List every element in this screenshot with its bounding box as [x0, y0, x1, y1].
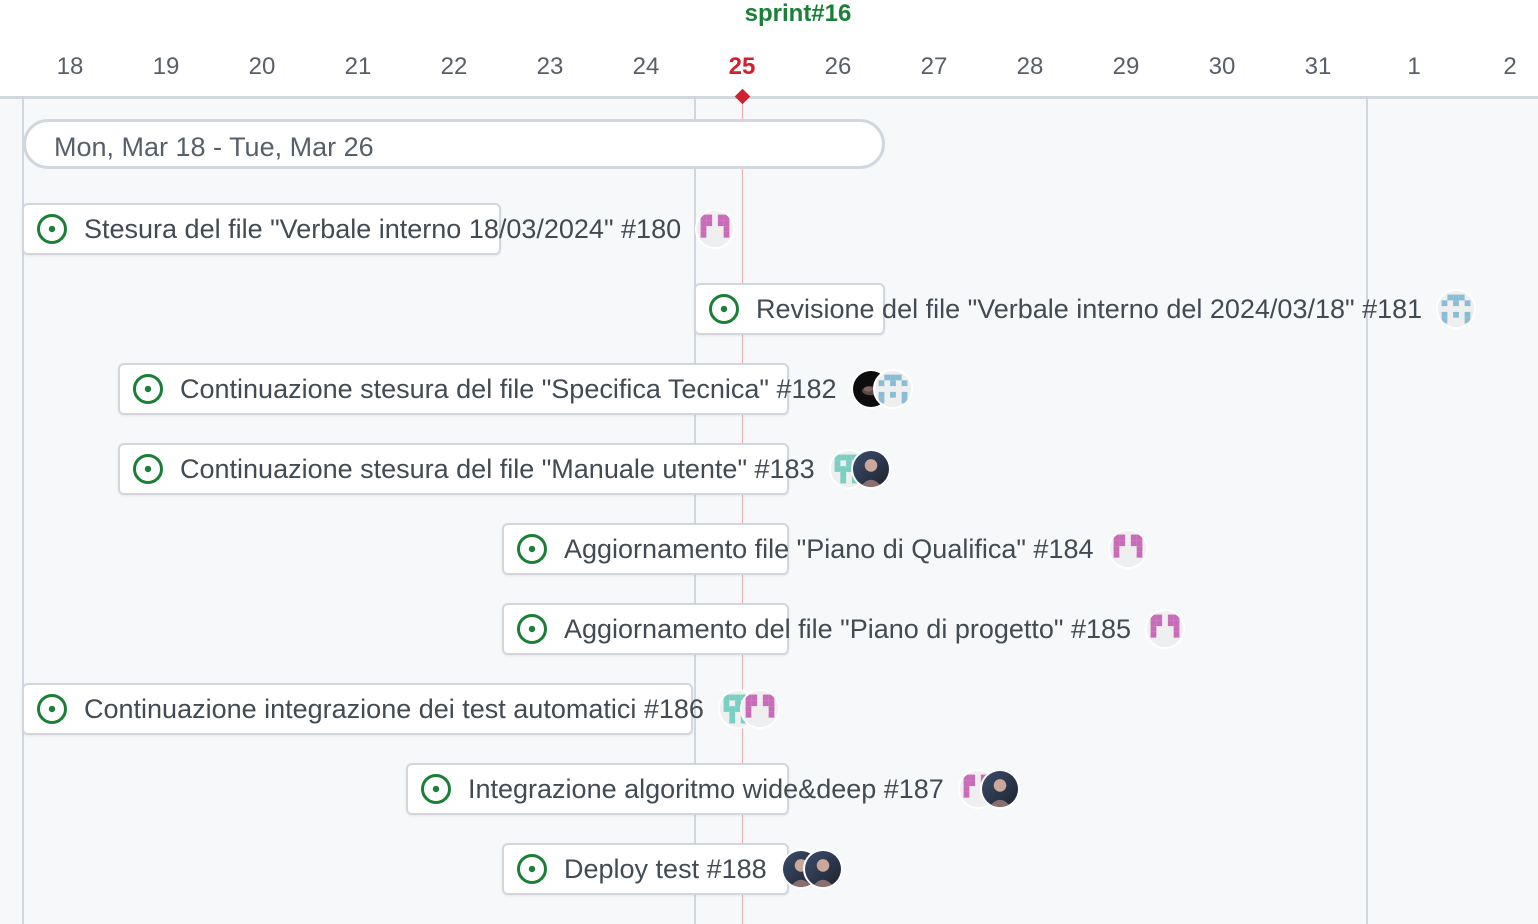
issue-opened-icon — [36, 693, 68, 725]
avatar-pink-identicon[interactable] — [695, 209, 736, 249]
assignee-avatars[interactable] — [1145, 609, 1186, 649]
avatar-portrait-photo[interactable] — [802, 849, 843, 889]
item-title[interactable]: Integrazione algoritmo wide&deep #187 — [468, 774, 944, 805]
avatar-portrait-photo[interactable] — [850, 449, 891, 489]
day-label: 1 — [1407, 53, 1421, 80]
day-label: 2 — [1503, 53, 1517, 80]
issue-opened-icon — [516, 853, 548, 885]
week-divider-line — [1366, 99, 1368, 924]
day-label: 20 — [248, 53, 276, 80]
issue-opened-icon — [516, 533, 548, 565]
assignee-avatars[interactable] — [1436, 289, 1477, 329]
day-label: 31 — [1304, 53, 1332, 80]
item-title[interactable]: Stesura del file "Verbale interno 18/03/… — [84, 214, 681, 245]
assignee-avatars[interactable] — [717, 689, 780, 729]
item-title[interactable]: Aggiornamento del file "Piano di progett… — [564, 614, 1131, 645]
item-title[interactable]: Continuazione stesura del file "Specific… — [180, 374, 837, 405]
roadmap-view: sprint#16 18 19 20 21 22 23 24 25 26 27 28 29 30 31 1 2… — [0, 0, 1538, 924]
avatar-portrait-photo[interactable] — [979, 769, 1020, 809]
day-label-today: 25 — [728, 53, 756, 80]
day-label: 24 — [632, 53, 660, 80]
iteration-date-range: Mon, Mar 18 - Tue, Mar 26 — [54, 132, 374, 162]
assignee-avatars[interactable] — [850, 369, 913, 409]
avatar-pink-identicon[interactable] — [1107, 529, 1148, 569]
iteration-bar[interactable]: Mon, Mar 18 - Tue, Mar 26 — [23, 119, 885, 169]
avatar-pink-identicon[interactable] — [739, 689, 780, 729]
day-label: 18 — [56, 53, 84, 80]
day-label: 26 — [824, 53, 852, 80]
assignee-avatars[interactable] — [828, 449, 891, 489]
day-label: 22 — [440, 53, 468, 80]
avatar-blue-identicon[interactable] — [872, 369, 913, 409]
item-title[interactable]: Revisione del file "Verbale interno del … — [756, 294, 1422, 325]
issue-opened-icon — [420, 773, 452, 805]
assignee-avatars[interactable] — [957, 769, 1020, 809]
day-label: 23 — [536, 53, 564, 80]
issue-opened-icon — [132, 453, 164, 485]
header-divider — [0, 96, 1538, 99]
day-label: 29 — [1112, 53, 1140, 80]
item-title[interactable]: Aggiornamento file "Piano di Qualifica" … — [564, 534, 1094, 565]
item-title[interactable]: Deploy test #188 — [564, 854, 767, 885]
issue-opened-icon — [36, 213, 68, 245]
issue-opened-icon — [708, 293, 740, 325]
issue-opened-icon — [516, 613, 548, 645]
day-label: 19 — [152, 53, 180, 80]
day-label: 28 — [1016, 53, 1044, 80]
assignee-avatars[interactable] — [780, 849, 843, 889]
item-title[interactable]: Continuazione integrazione dei test auto… — [84, 694, 704, 725]
assignee-avatars[interactable] — [695, 209, 736, 249]
avatar-pink-identicon[interactable] — [1145, 609, 1186, 649]
day-label: 30 — [1208, 53, 1236, 80]
sprint-label[interactable]: sprint#16 — [745, 0, 852, 28]
day-label: 21 — [344, 53, 372, 80]
item-title[interactable]: Continuazione stesura del file "Manuale … — [180, 454, 815, 485]
day-label: 27 — [920, 53, 948, 80]
assignee-avatars[interactable] — [1107, 529, 1148, 569]
avatar-blue-identicon[interactable] — [1436, 289, 1477, 329]
issue-opened-icon — [132, 373, 164, 405]
